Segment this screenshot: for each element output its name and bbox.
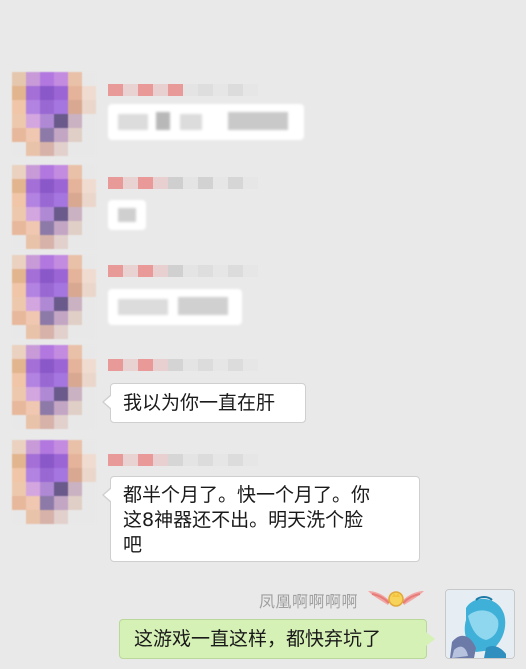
- message-bubble[interactable]: 我以为你一直在肝: [102, 383, 306, 423]
- sender-name-redacted: [108, 452, 258, 468]
- avatar[interactable]: [12, 165, 96, 249]
- message-text-line: 这8神器还不出。明天洗个脸: [123, 509, 364, 531]
- avatar[interactable]: [12, 440, 96, 524]
- sender-name-redacted: [108, 175, 258, 191]
- message-text-line: 都半个月了。快一个月了。你: [123, 484, 371, 506]
- avatar-icon: [446, 590, 514, 658]
- avatar[interactable]: [12, 72, 96, 156]
- avatar[interactable]: [12, 345, 96, 429]
- message-text: 这游戏一直这样，都快弃坑了: [134, 628, 382, 650]
- message-bubble-redacted: [108, 104, 304, 140]
- avatar[interactable]: [12, 255, 96, 339]
- my-message-bubble[interactable]: 这游戏一直这样，都快弃坑了: [119, 619, 435, 659]
- message-text: 我以为你一直在肝: [123, 392, 276, 414]
- message-bubble[interactable]: 都半个月了。快一个月了。你 这8神器还不出。明天洗个脸 吧: [102, 476, 420, 562]
- sender-name-redacted: [108, 82, 258, 98]
- message-bubble-redacted: [108, 200, 146, 230]
- my-name: 凤凰啊啊啊啊: [258, 592, 358, 611]
- message-text-line: 吧: [123, 534, 143, 556]
- sender-name-redacted: [108, 357, 258, 373]
- message-bubble-redacted: [108, 289, 242, 325]
- wings-badge-icon: [368, 591, 424, 607]
- my-avatar[interactable]: [445, 589, 515, 659]
- sender-name-redacted: [108, 263, 258, 279]
